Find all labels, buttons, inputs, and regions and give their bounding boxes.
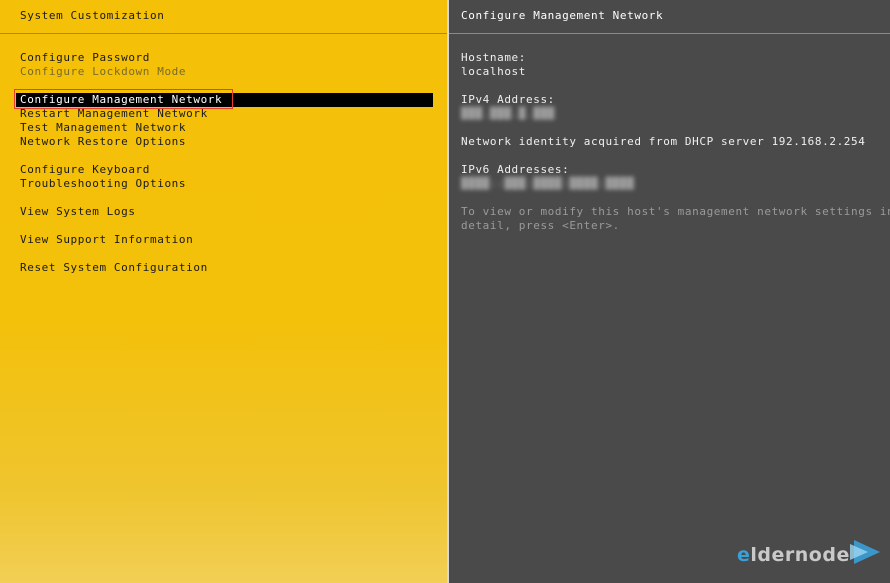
- hostname-label: Hostname:: [461, 51, 527, 64]
- eldernode-logo-icon: [850, 540, 880, 564]
- menu-item-restart-management-network[interactable]: Restart Management Network: [20, 107, 208, 121]
- menu-item-troubleshooting-options[interactable]: Troubleshooting Options: [20, 177, 186, 191]
- ipv6-address-value-redacted: ████::███:████:████:████: [461, 177, 635, 190]
- watermark-text-accent: e: [737, 544, 751, 566]
- menu-item-configure-lockdown-mode[interactable]: Configure Lockdown Mode: [20, 65, 186, 79]
- ipv4-address-value-redacted: ███.███.█.███: [461, 107, 555, 120]
- instruction-hint-line-2: detail, press <Enter>.: [461, 219, 620, 232]
- menu-item-network-restore-options[interactable]: Network Restore Options: [20, 135, 186, 149]
- right-panel-header: Configure Management Network: [449, 0, 890, 34]
- esxi-dcui-screen: System Customization Configure Password …: [0, 0, 890, 583]
- eldernode-watermark-logo: eldernode: [737, 544, 850, 566]
- left-panel-title: System Customization: [20, 9, 165, 22]
- watermark-text: ldernode: [750, 544, 850, 566]
- system-customization-panel: System Customization Configure Password …: [0, 0, 447, 583]
- management-network-details-panel: Configure Management Network Hostname: l…: [447, 0, 890, 583]
- menu-item-configure-password[interactable]: Configure Password: [20, 51, 150, 65]
- menu-item-configure-management-network[interactable]: Configure Management Network: [16, 93, 433, 107]
- dhcp-status-text: Network identity acquired from DHCP serv…: [461, 135, 866, 148]
- menu-item-configure-keyboard[interactable]: Configure Keyboard: [20, 163, 150, 177]
- ipv4-address-label: IPv4 Address:: [461, 93, 555, 106]
- instruction-hint-line-1: To view or modify this host's management…: [461, 205, 890, 218]
- left-panel-header: System Customization: [0, 0, 447, 34]
- menu-item-view-system-logs[interactable]: View System Logs: [20, 205, 136, 219]
- hostname-value: localhost: [461, 65, 527, 78]
- menu-item-test-management-network[interactable]: Test Management Network: [20, 121, 186, 135]
- right-panel-title: Configure Management Network: [461, 9, 664, 22]
- menu-item-reset-system-configuration[interactable]: Reset System Configuration: [20, 261, 208, 275]
- menu-item-view-support-information[interactable]: View Support Information: [20, 233, 193, 247]
- ipv6-addresses-label: IPv6 Addresses:: [461, 163, 570, 176]
